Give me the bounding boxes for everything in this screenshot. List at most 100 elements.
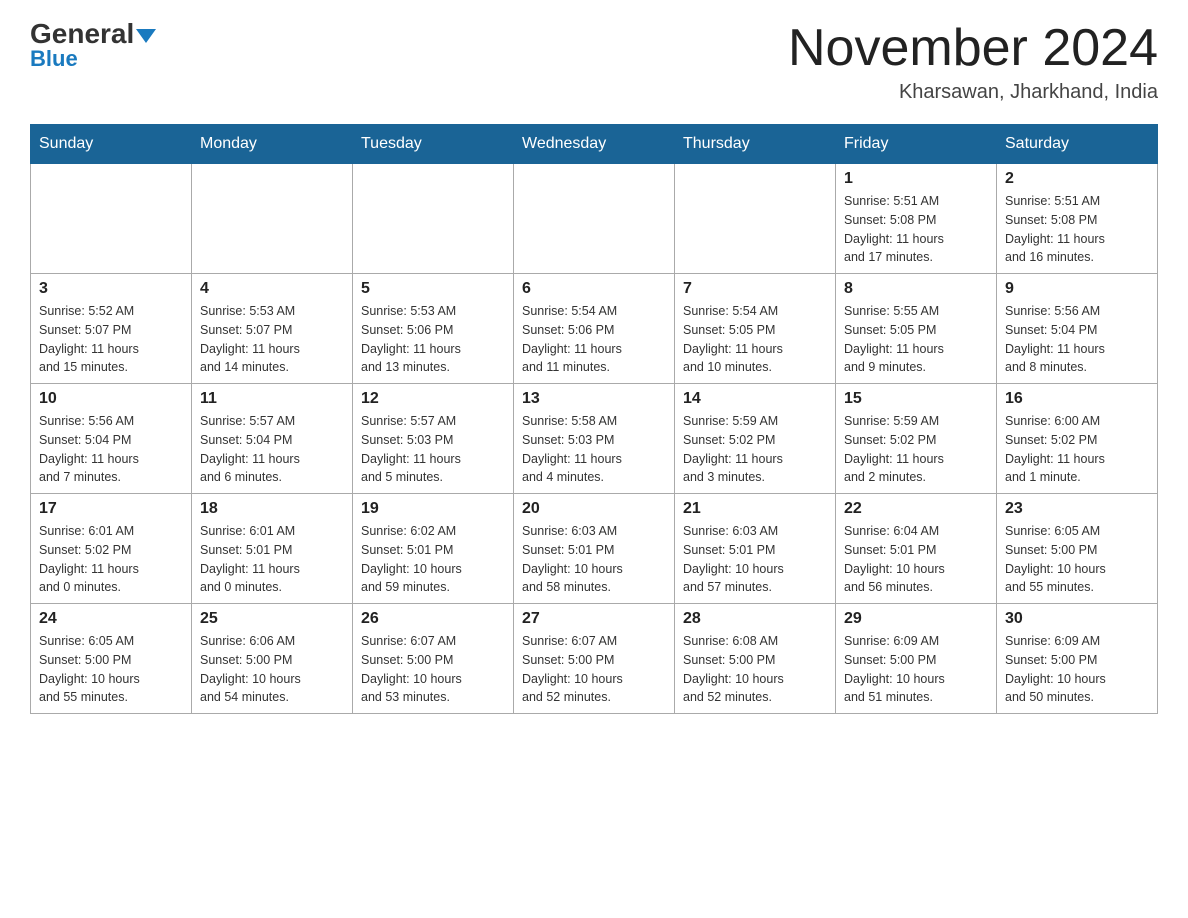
table-row: 12 Sunrise: 5:57 AM Sunset: 5:03 PM Dayli… — [353, 384, 514, 494]
calendar-week-row: 24 Sunrise: 6:05 AM Sunset: 5:00 PM Dayli… — [31, 604, 1158, 714]
logo-blue-text: Blue — [30, 46, 78, 72]
day-info: Sunrise: 6:09 AM Sunset: 5:00 PM Dayligh… — [844, 632, 988, 707]
day-number: 8 — [844, 280, 988, 298]
day-number: 1 — [844, 170, 988, 188]
day-info: Sunrise: 5:59 AM Sunset: 5:02 PM Dayligh… — [844, 412, 988, 487]
title-area: November 2024 Kharsawan, Jharkhand, Indi… — [788, 20, 1158, 104]
day-info: Sunrise: 5:57 AM Sunset: 5:03 PM Dayligh… — [361, 412, 505, 487]
day-info: Sunrise: 6:03 AM Sunset: 5:01 PM Dayligh… — [522, 522, 666, 597]
day-info: Sunrise: 6:07 AM Sunset: 5:00 PM Dayligh… — [522, 632, 666, 707]
day-info: Sunrise: 6:01 AM Sunset: 5:01 PM Dayligh… — [200, 522, 344, 597]
table-row: 20 Sunrise: 6:03 AM Sunset: 5:01 PM Dayli… — [514, 494, 675, 604]
day-number: 24 — [39, 610, 183, 628]
day-info: Sunrise: 5:52 AM Sunset: 5:07 PM Dayligh… — [39, 302, 183, 377]
page-header: General Blue November 2024 Kharsawan, Jh… — [30, 20, 1158, 104]
header-thursday: Thursday — [675, 125, 836, 164]
day-number: 23 — [1005, 500, 1149, 518]
day-number: 4 — [200, 280, 344, 298]
table-row: 6 Sunrise: 5:54 AM Sunset: 5:06 PM Daylig… — [514, 274, 675, 384]
day-number: 14 — [683, 390, 827, 408]
day-number: 2 — [1005, 170, 1149, 188]
day-number: 19 — [361, 500, 505, 518]
table-row — [31, 164, 192, 274]
table-row — [353, 164, 514, 274]
day-info: Sunrise: 6:07 AM Sunset: 5:00 PM Dayligh… — [361, 632, 505, 707]
day-info: Sunrise: 5:59 AM Sunset: 5:02 PM Dayligh… — [683, 412, 827, 487]
table-row: 7Sunrise: 5:54 AM Sunset: 5:05 PM Daylig… — [675, 274, 836, 384]
day-info: Sunrise: 5:56 AM Sunset: 5:04 PM Dayligh… — [1005, 302, 1149, 377]
table-row: 11 Sunrise: 5:57 AM Sunset: 5:04 PM Dayli… — [192, 384, 353, 494]
day-number: 21 — [683, 500, 827, 518]
day-number: 20 — [522, 500, 666, 518]
calendar-week-row: 17Sunrise: 6:01 AM Sunset: 5:02 PM Dayli… — [31, 494, 1158, 604]
day-info: Sunrise: 6:06 AM Sunset: 5:00 PM Dayligh… — [200, 632, 344, 707]
table-row: 29 Sunrise: 6:09 AM Sunset: 5:00 PM Dayli… — [836, 604, 997, 714]
table-row: 30Sunrise: 6:09 AM Sunset: 5:00 PM Dayli… — [997, 604, 1158, 714]
day-info: Sunrise: 5:53 AM Sunset: 5:07 PM Dayligh… — [200, 302, 344, 377]
logo: General Blue — [30, 20, 156, 72]
header-saturday: Saturday — [997, 125, 1158, 164]
table-row — [675, 164, 836, 274]
day-info: Sunrise: 5:54 AM Sunset: 5:06 PM Dayligh… — [522, 302, 666, 377]
table-row: 25 Sunrise: 6:06 AM Sunset: 5:00 PM Dayli… — [192, 604, 353, 714]
calendar-week-row: 3Sunrise: 5:52 AM Sunset: 5:07 PM Daylig… — [31, 274, 1158, 384]
table-row: 19 Sunrise: 6:02 AM Sunset: 5:01 PM Dayli… — [353, 494, 514, 604]
day-info: Sunrise: 6:03 AM Sunset: 5:01 PM Dayligh… — [683, 522, 827, 597]
table-row: 21 Sunrise: 6:03 AM Sunset: 5:01 PM Dayli… — [675, 494, 836, 604]
table-row: 4 Sunrise: 5:53 AM Sunset: 5:07 PM Daylig… — [192, 274, 353, 384]
day-info: Sunrise: 5:54 AM Sunset: 5:05 PM Dayligh… — [683, 302, 827, 377]
header-monday: Monday — [192, 125, 353, 164]
day-info: Sunrise: 6:01 AM Sunset: 5:02 PM Dayligh… — [39, 522, 183, 597]
weekday-header-row: Sunday Monday Tuesday Wednesday Thursday… — [31, 125, 1158, 164]
table-row: 18 Sunrise: 6:01 AM Sunset: 5:01 PM Dayli… — [192, 494, 353, 604]
table-row: 17Sunrise: 6:01 AM Sunset: 5:02 PM Dayli… — [31, 494, 192, 604]
header-wednesday: Wednesday — [514, 125, 675, 164]
table-row: 9 Sunrise: 5:56 AM Sunset: 5:04 PM Daylig… — [997, 274, 1158, 384]
day-number: 29 — [844, 610, 988, 628]
location-text: Kharsawan, Jharkhand, India — [788, 81, 1158, 104]
day-number: 12 — [361, 390, 505, 408]
table-row: 15 Sunrise: 5:59 AM Sunset: 5:02 PM Dayli… — [836, 384, 997, 494]
day-info: Sunrise: 5:56 AM Sunset: 5:04 PM Dayligh… — [39, 412, 183, 487]
table-row: 3Sunrise: 5:52 AM Sunset: 5:07 PM Daylig… — [31, 274, 192, 384]
day-info: Sunrise: 6:05 AM Sunset: 5:00 PM Dayligh… — [39, 632, 183, 707]
day-number: 27 — [522, 610, 666, 628]
table-row: 5 Sunrise: 5:53 AM Sunset: 5:06 PM Daylig… — [353, 274, 514, 384]
table-row: 1 Sunrise: 5:51 AM Sunset: 5:08 PM Daylig… — [836, 164, 997, 274]
day-info: Sunrise: 6:04 AM Sunset: 5:01 PM Dayligh… — [844, 522, 988, 597]
day-info: Sunrise: 5:51 AM Sunset: 5:08 PM Dayligh… — [844, 192, 988, 267]
header-friday: Friday — [836, 125, 997, 164]
table-row: 13Sunrise: 5:58 AM Sunset: 5:03 PM Dayli… — [514, 384, 675, 494]
month-title: November 2024 — [788, 20, 1158, 77]
header-tuesday: Tuesday — [353, 125, 514, 164]
day-info: Sunrise: 5:53 AM Sunset: 5:06 PM Dayligh… — [361, 302, 505, 377]
day-info: Sunrise: 6:00 AM Sunset: 5:02 PM Dayligh… — [1005, 412, 1149, 487]
table-row: 24 Sunrise: 6:05 AM Sunset: 5:00 PM Dayli… — [31, 604, 192, 714]
day-info: Sunrise: 5:55 AM Sunset: 5:05 PM Dayligh… — [844, 302, 988, 377]
day-number: 6 — [522, 280, 666, 298]
day-number: 18 — [200, 500, 344, 518]
calendar-table: Sunday Monday Tuesday Wednesday Thursday… — [30, 124, 1158, 714]
table-row: 23 Sunrise: 6:05 AM Sunset: 5:00 PM Dayli… — [997, 494, 1158, 604]
day-number: 11 — [200, 390, 344, 408]
table-row: 26Sunrise: 6:07 AM Sunset: 5:00 PM Dayli… — [353, 604, 514, 714]
day-number: 22 — [844, 500, 988, 518]
day-number: 16 — [1005, 390, 1149, 408]
day-number: 10 — [39, 390, 183, 408]
table-row: 22 Sunrise: 6:04 AM Sunset: 5:01 PM Dayli… — [836, 494, 997, 604]
table-row: 10 Sunrise: 5:56 AM Sunset: 5:04 PM Dayli… — [31, 384, 192, 494]
day-info: Sunrise: 6:08 AM Sunset: 5:00 PM Dayligh… — [683, 632, 827, 707]
day-number: 15 — [844, 390, 988, 408]
day-number: 25 — [200, 610, 344, 628]
day-info: Sunrise: 5:51 AM Sunset: 5:08 PM Dayligh… — [1005, 192, 1149, 267]
logo-triangle-icon — [136, 29, 156, 43]
header-sunday: Sunday — [31, 125, 192, 164]
day-number: 9 — [1005, 280, 1149, 298]
day-number: 30 — [1005, 610, 1149, 628]
day-number: 5 — [361, 280, 505, 298]
calendar-week-row: 10 Sunrise: 5:56 AM Sunset: 5:04 PM Dayli… — [31, 384, 1158, 494]
day-info: Sunrise: 6:05 AM Sunset: 5:00 PM Dayligh… — [1005, 522, 1149, 597]
table-row — [192, 164, 353, 274]
day-info: Sunrise: 6:02 AM Sunset: 5:01 PM Dayligh… — [361, 522, 505, 597]
day-info: Sunrise: 5:57 AM Sunset: 5:04 PM Dayligh… — [200, 412, 344, 487]
